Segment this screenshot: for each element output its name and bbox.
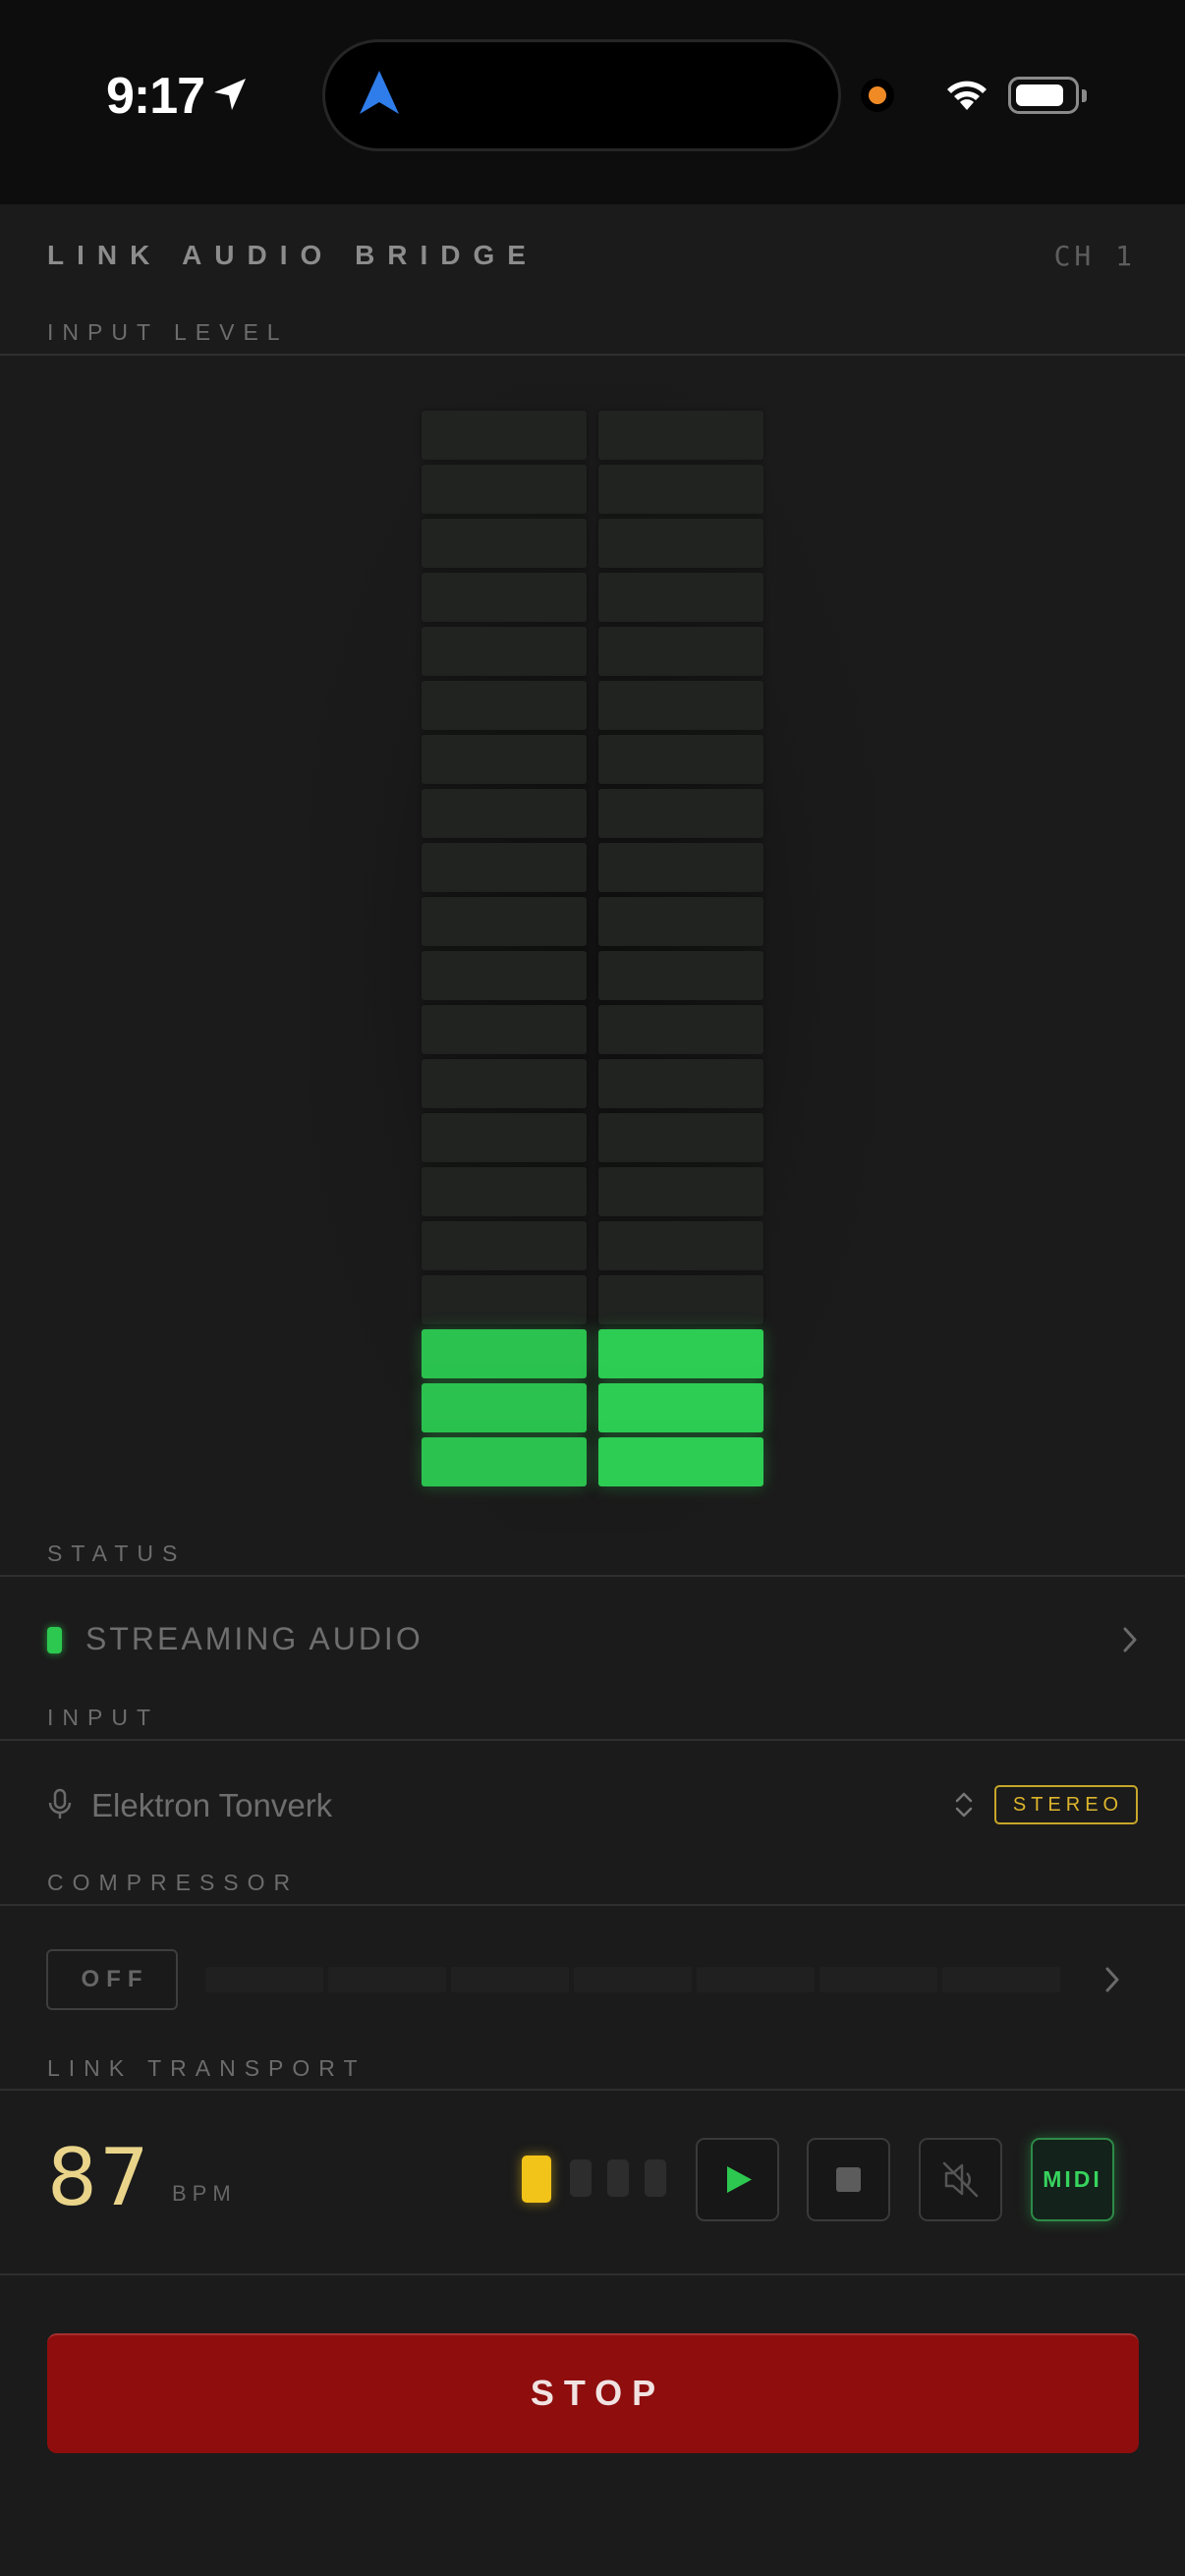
meter-segment bbox=[598, 1221, 763, 1270]
meter-segment bbox=[422, 411, 587, 460]
meter-segment bbox=[598, 681, 763, 730]
meter-segment bbox=[598, 1059, 763, 1108]
meter-segment bbox=[598, 1113, 763, 1162]
gain-reduction-segment bbox=[451, 1967, 569, 1992]
gain-reduction-segment bbox=[328, 1967, 446, 1992]
app-title: LINK AUDIO BRIDGE bbox=[47, 240, 538, 270]
beat-indicator bbox=[570, 2159, 592, 2197]
play-icon bbox=[727, 2166, 752, 2193]
meter-segment bbox=[598, 1167, 763, 1216]
meter-segment bbox=[422, 951, 587, 1000]
gain-reduction-segment bbox=[697, 1967, 815, 1992]
divider bbox=[0, 1575, 1185, 1577]
meter-segment bbox=[598, 465, 763, 514]
meter-segment bbox=[598, 951, 763, 1000]
meter-segment bbox=[422, 1329, 587, 1378]
meter-segment bbox=[598, 1437, 763, 1486]
gain-reduction-segment bbox=[942, 1967, 1060, 1992]
link-transport-label: LINK TRANSPORT bbox=[47, 2055, 367, 2081]
meter-segment bbox=[422, 519, 587, 568]
divider bbox=[0, 2273, 1185, 2275]
recording-indicator-icon bbox=[861, 79, 894, 112]
status-text[interactable]: STREAMING AUDIO bbox=[85, 1621, 423, 1657]
meter-segment bbox=[598, 897, 763, 946]
stop-button[interactable]: STOP bbox=[47, 2333, 1139, 2453]
midi-button[interactable]: MIDI bbox=[1031, 2138, 1114, 2221]
meter-segment bbox=[598, 1275, 763, 1324]
clock: 9:17 bbox=[106, 68, 205, 125]
gain-reduction-segment bbox=[819, 1967, 937, 1992]
navigation-icon bbox=[358, 69, 401, 123]
meter-segment bbox=[422, 1113, 587, 1162]
status-led bbox=[47, 1627, 62, 1653]
beat-indicator bbox=[522, 2156, 551, 2203]
meter-segment bbox=[422, 1383, 587, 1432]
meter-segment bbox=[598, 573, 763, 622]
divider bbox=[0, 1904, 1185, 1906]
meter-segment bbox=[598, 843, 763, 892]
status-label: STATUS bbox=[47, 1540, 187, 1566]
meter-segment bbox=[598, 789, 763, 838]
stereo-badge[interactable]: STEREO bbox=[994, 1785, 1138, 1824]
gain-reduction-segment bbox=[205, 1967, 323, 1992]
input-label: INPUT bbox=[47, 1705, 159, 1730]
play-button[interactable] bbox=[696, 2138, 779, 2221]
bpm-value[interactable]: 87 bbox=[47, 2132, 151, 2223]
meter-segment bbox=[422, 1221, 587, 1270]
meter-segment bbox=[422, 789, 587, 838]
meter-segment bbox=[422, 627, 587, 676]
meter-segment bbox=[598, 627, 763, 676]
meter-segment bbox=[598, 735, 763, 784]
meter-segment bbox=[422, 897, 587, 946]
meter-segment bbox=[598, 519, 763, 568]
meter-segment bbox=[422, 681, 587, 730]
location-arrow-icon bbox=[210, 75, 250, 119]
battery-cap bbox=[1082, 89, 1087, 102]
gain-reduction-segment bbox=[574, 1967, 692, 1992]
input-device-name[interactable]: Elektron Tonverk bbox=[91, 1787, 332, 1824]
beat-indicator bbox=[645, 2159, 666, 2197]
speaker-muted-icon bbox=[942, 2161, 979, 2198]
microphone-icon bbox=[47, 1788, 73, 1826]
compressor-label: COMPRESSOR bbox=[47, 1870, 300, 1895]
stop-transport-button[interactable] bbox=[807, 2138, 890, 2221]
meter-segment bbox=[598, 411, 763, 460]
divider bbox=[0, 1739, 1185, 1741]
compressor-toggle[interactable]: OFF bbox=[46, 1949, 178, 2010]
battery-level bbox=[1016, 84, 1063, 106]
chevron-right-icon[interactable] bbox=[1122, 1627, 1138, 1657]
meter-segment bbox=[598, 1329, 763, 1378]
chevron-up-down-icon[interactable] bbox=[953, 1790, 975, 1824]
divider bbox=[0, 2089, 1185, 2091]
meter-segment bbox=[422, 1059, 587, 1108]
beat-indicator bbox=[607, 2159, 629, 2197]
meter-segment bbox=[422, 573, 587, 622]
mute-button[interactable] bbox=[919, 2138, 1002, 2221]
wifi-icon bbox=[941, 73, 992, 117]
bpm-unit: BPM bbox=[172, 2181, 237, 2206]
chevron-right-icon[interactable] bbox=[1104, 1967, 1120, 1997]
level-meter bbox=[0, 356, 1185, 1515]
meter-segment bbox=[598, 1005, 763, 1054]
meter-segment bbox=[422, 1437, 587, 1486]
meter-segment bbox=[422, 1167, 587, 1216]
input-level-label: INPUT LEVEL bbox=[47, 319, 289, 345]
meter-segment bbox=[422, 735, 587, 784]
stop-icon bbox=[836, 2167, 861, 2192]
meter-segment bbox=[422, 1275, 587, 1324]
meter-segment bbox=[422, 1005, 587, 1054]
battery-icon bbox=[1008, 77, 1079, 114]
channel-indicator[interactable]: CH 1 bbox=[1054, 240, 1136, 272]
meter-segment bbox=[422, 843, 587, 892]
meter-segment bbox=[598, 1383, 763, 1432]
meter-segment bbox=[422, 465, 587, 514]
